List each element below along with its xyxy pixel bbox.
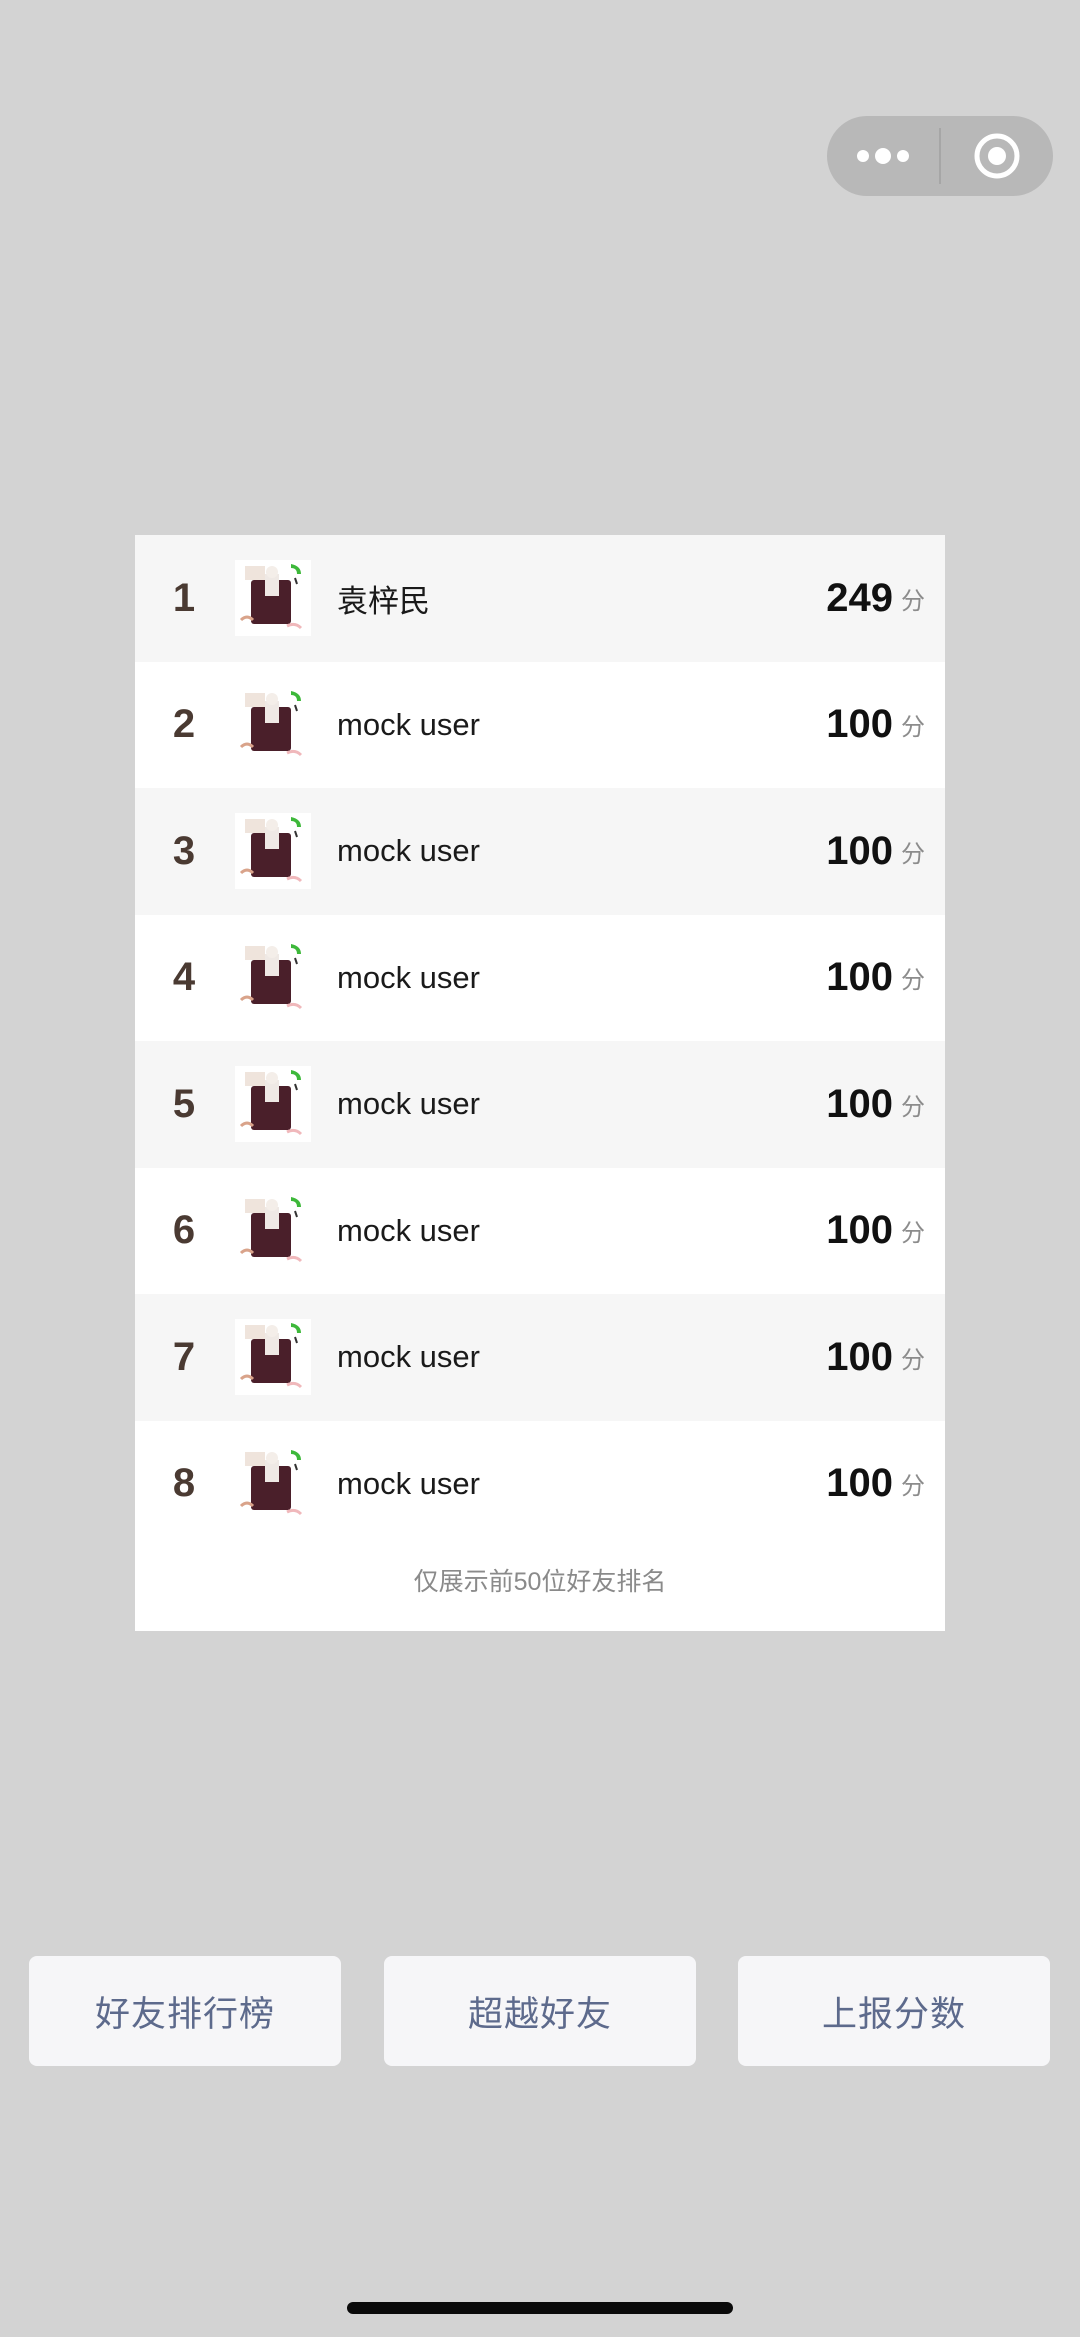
player-name: 袁梓民 (337, 583, 430, 619)
player-score: 100 (826, 1208, 893, 1253)
ranking-row: 6 mock user 100 分 (135, 1167, 945, 1294)
player-score: 100 (826, 702, 893, 747)
player-name: mock user (337, 1465, 480, 1501)
report-score-button[interactable]: 上报分数 (738, 1956, 1050, 2066)
rank-number: 4 (172, 955, 196, 1000)
rank-number: 5 (172, 1081, 196, 1126)
ranking-row: 2 mock user 100 分 (135, 661, 945, 788)
score-unit: 分 (901, 1093, 925, 1121)
avatar (235, 1066, 311, 1142)
rank-number: 1 (172, 575, 196, 620)
score-unit: 分 (901, 587, 925, 615)
friend-rank-button[interactable]: 好友排行榜 (29, 1956, 341, 2066)
avatar (235, 686, 311, 763)
rank-number: 6 (172, 1208, 196, 1253)
miniprogram-capsule (827, 116, 1053, 196)
ranking-row: 3 mock user 100 分 (135, 788, 945, 915)
ranking-panel: 1 袁梓民 249 分 2 mock user 100 分 3 mock user 100 分 4 moc… (135, 535, 945, 1631)
player-name: mock user (337, 833, 480, 869)
ranking-row: 4 mock user 100 分 (135, 914, 945, 1041)
avatar (235, 1319, 311, 1395)
player-score: 100 (826, 955, 893, 1000)
score-unit: 分 (901, 1346, 925, 1374)
player-score: 100 (826, 828, 893, 873)
player-name: mock user (337, 1339, 480, 1375)
home-indicator (347, 2302, 733, 2314)
score-unit: 分 (901, 714, 925, 742)
avatar (235, 813, 311, 889)
player-score: 100 (826, 1461, 893, 1506)
close-button[interactable] (941, 116, 1053, 196)
player-score: 249 (826, 575, 893, 620)
surpass-friends-button[interactable]: 超越好友 (384, 1956, 696, 2066)
player-name: mock user (337, 959, 480, 995)
rank-number: 8 (172, 1461, 196, 1506)
rank-number: 3 (172, 828, 196, 873)
avatar (235, 560, 311, 636)
ranking-row: 7 mock user 100 分 (135, 1294, 945, 1421)
avatar (235, 939, 311, 1016)
score-unit: 分 (901, 1473, 925, 1501)
ranking-row: 8 mock user 100 分 (135, 1420, 945, 1547)
player-name: mock user (337, 1086, 480, 1122)
target-circle-icon (974, 133, 1020, 179)
ranking-row: 5 mock user 100 分 (135, 1041, 945, 1168)
score-unit: 分 (901, 967, 925, 995)
avatar (235, 1445, 311, 1522)
avatar (235, 1192, 311, 1269)
player-name: mock user (337, 706, 480, 742)
ranking-row: 1 袁梓民 249 分 (135, 535, 945, 662)
score-unit: 分 (901, 840, 925, 868)
rank-number: 7 (172, 1334, 196, 1379)
ranking-footer-note: 仅展示前50位好友排名 (413, 1568, 667, 1596)
more-button[interactable] (827, 116, 939, 196)
score-unit: 分 (901, 1220, 925, 1248)
player-name: mock user (337, 1212, 480, 1248)
player-score: 100 (826, 1334, 893, 1379)
rank-number: 2 (172, 702, 196, 747)
more-dots-icon (857, 148, 909, 164)
player-score: 100 (826, 1081, 893, 1126)
